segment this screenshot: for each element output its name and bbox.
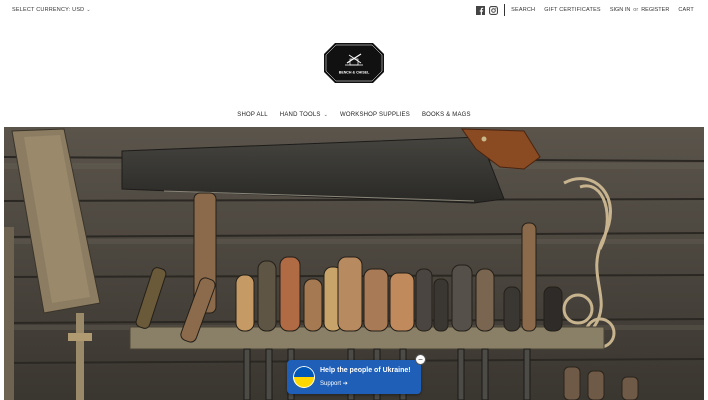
instagram-icon[interactable] bbox=[489, 5, 499, 15]
ukraine-flag-icon bbox=[293, 366, 315, 388]
currency-label: SELECT CURRENCY: USD bbox=[12, 7, 85, 13]
nav-books-mags[interactable]: BOOKS & MAGS bbox=[422, 112, 471, 118]
close-icon[interactable]: − bbox=[415, 354, 426, 365]
currency-selector[interactable]: SELECT CURRENCY: USD ⌄ bbox=[12, 7, 91, 13]
cart-link[interactable]: CART bbox=[678, 7, 694, 13]
banner-title: Help the people of Ukraine! bbox=[320, 367, 411, 374]
chevron-down-icon: ⌄ bbox=[323, 112, 328, 118]
logo-text: BENCH & CHISEL bbox=[339, 71, 370, 75]
or-text: or bbox=[633, 7, 639, 13]
facebook-icon[interactable] bbox=[476, 5, 486, 15]
support-link[interactable]: Support ➔ bbox=[320, 380, 348, 387]
nav-label: WORKSHOP SUPPLIES bbox=[339, 112, 410, 118]
chevron-down-icon: ⌄ bbox=[86, 7, 91, 13]
search-link[interactable]: SEARCH bbox=[511, 7, 535, 13]
brand-logo[interactable]: BENCH & CHISEL bbox=[323, 42, 385, 84]
arrow-right-icon: ➔ bbox=[342, 381, 348, 387]
sign-in-link[interactable]: SIGN IN bbox=[610, 7, 630, 13]
nav-label: BOOKS & MAGS bbox=[421, 112, 471, 118]
nav-hand-tools[interactable]: HAND TOOLS ⌄ bbox=[280, 112, 328, 118]
divider bbox=[504, 4, 506, 16]
nav-label: HAND TOOLS bbox=[279, 112, 321, 118]
nav-shop-all[interactable]: SHOP ALL bbox=[237, 112, 268, 118]
nav-workshop-supplies[interactable]: WORKSHOP SUPPLIES bbox=[340, 112, 410, 118]
gift-certificates-link[interactable]: GIFT CERTIFICATES bbox=[544, 7, 601, 13]
nav-label: SHOP ALL bbox=[237, 112, 268, 118]
main-nav: SHOP ALL HAND TOOLS ⌄ WORKSHOP SUPPLIES … bbox=[0, 112, 708, 118]
top-bar: SELECT CURRENCY: USD ⌄ SEARCH GIFT CERTI… bbox=[0, 0, 708, 22]
ukraine-support-banner[interactable]: Help the people of Ukraine! Support ➔ bbox=[287, 360, 421, 394]
utility-nav: SEARCH GIFT CERTIFICATES SIGN IN or REGI… bbox=[476, 4, 694, 16]
register-link[interactable]: REGISTER bbox=[641, 7, 669, 13]
support-label: Support bbox=[320, 381, 342, 387]
account-links: SIGN IN or REGISTER bbox=[610, 7, 670, 13]
